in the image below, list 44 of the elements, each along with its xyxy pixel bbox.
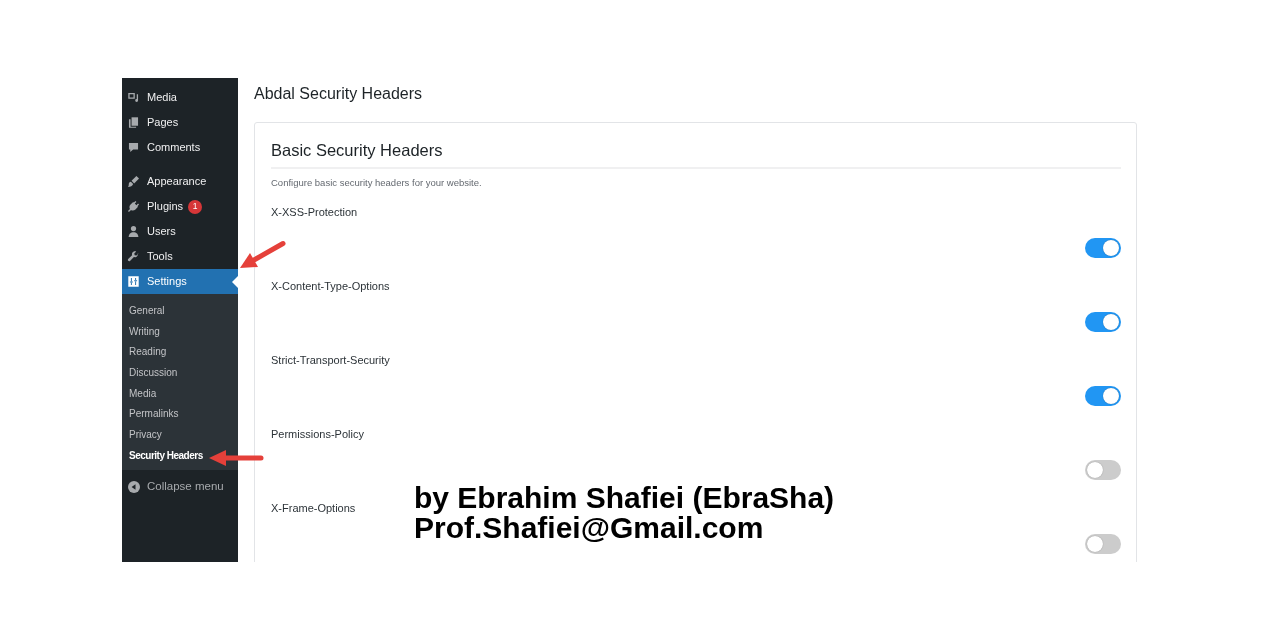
sidebar-menu-item[interactable]: Media	[122, 85, 238, 110]
sliders-icon	[127, 275, 140, 288]
user-icon	[127, 225, 140, 238]
page-title: Abdal Security Headers	[254, 84, 424, 104]
sidebar-menu-item[interactable]: Comments	[122, 135, 238, 160]
author-email: Prof.Shafiei@Gmail.com	[414, 513, 764, 543]
toggle-switch[interactable]	[1085, 386, 1121, 406]
speech-bubble-icon	[127, 141, 140, 154]
submenu-item[interactable]: Media	[129, 382, 157, 404]
collapse-menu-button[interactable]: Collapse menu	[122, 474, 238, 500]
setting-label: X-XSS-Protection	[271, 205, 358, 220]
setting-label: Strict-Transport-Security	[271, 353, 390, 368]
setting-label: X-Content-Type-Options	[271, 279, 390, 294]
sidebar-menu-item[interactable]: Pages	[122, 110, 238, 135]
wrench-icon	[127, 250, 140, 263]
submenu-item[interactable]: Privacy	[129, 424, 162, 445]
image-note-icon	[127, 91, 140, 104]
pages-icon	[127, 116, 140, 129]
setting-label: Permissions-Policy	[271, 427, 364, 442]
submenu-item[interactable]: Discussion	[129, 362, 178, 383]
toggle-switch[interactable]	[1085, 312, 1121, 332]
annotation-arrow	[207, 448, 265, 468]
toggle-switch[interactable]	[1085, 460, 1121, 480]
card-title: Basic Security Headers	[271, 139, 1121, 169]
submenu-item[interactable]: Writing	[129, 320, 160, 342]
collapse-icon	[128, 481, 140, 493]
current-page-notch-icon	[232, 276, 238, 288]
submenu-item[interactable]: Permalinks	[129, 403, 179, 425]
submenu-item[interactable]: General	[129, 300, 165, 321]
toggle-switch[interactable]	[1085, 534, 1121, 554]
setting-label: X-Frame-Options	[271, 501, 356, 516]
sidebar-menu-item[interactable]: Tools	[122, 244, 238, 269]
plug-icon	[127, 200, 140, 213]
sidebar-menu-item[interactable]: Appearance	[122, 169, 238, 194]
sidebar-menu-item[interactable]: Plugins 1	[122, 194, 238, 219]
sidebar-menu-item[interactable]: Users	[122, 219, 238, 244]
paintbrush-icon	[127, 175, 140, 188]
toggle-switch[interactable]	[1085, 238, 1121, 258]
author-credit: by Ebrahim Shafiei (EbraSha)	[414, 483, 835, 513]
sidebar-menu-item[interactable]: Settings	[122, 269, 238, 294]
count-badge: 1	[188, 199, 203, 214]
card-description: Configure basic security headers for your website.	[271, 177, 483, 189]
submenu-item[interactable]: Security Headers	[129, 444, 203, 466]
submenu-item[interactable]: Reading	[129, 341, 167, 363]
